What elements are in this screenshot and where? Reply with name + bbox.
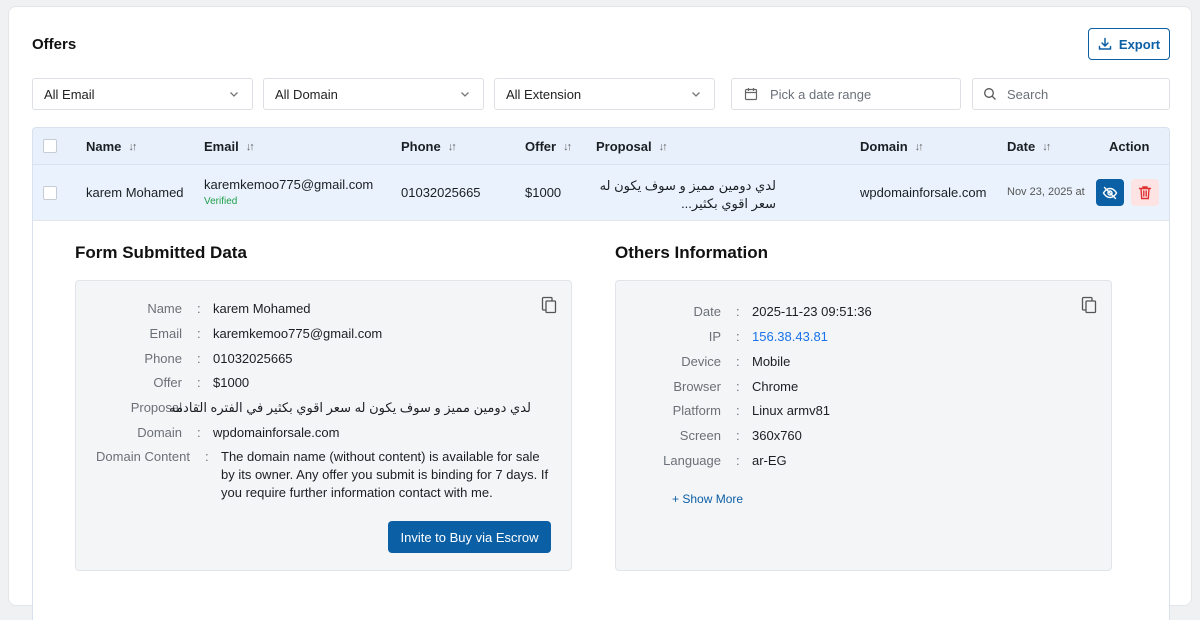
date-range-placeholder: Pick a date range	[770, 86, 872, 102]
sort-icon: ↓↑	[245, 140, 255, 153]
chevron-down-icon	[230, 92, 238, 97]
column-header-offer[interactable]: Offer ↓↑	[525, 139, 572, 154]
sort-icon: ↓↑	[658, 140, 668, 153]
date-range-picker[interactable]: Pick a date range	[731, 78, 961, 110]
chevron-down-icon	[692, 92, 700, 97]
search-icon	[984, 88, 996, 100]
domain-filter-value: All Domain	[275, 86, 338, 102]
row-date: Nov 23, 2025 at	[1007, 186, 1085, 198]
offers-card: Offers Export All Email All Domain All E…	[8, 6, 1192, 620]
show-more-link[interactable]: + Show More	[672, 492, 743, 506]
offer-details: Form Submitted Data Others Information N…	[32, 220, 1170, 620]
domain-filter-select[interactable]: All Domain	[263, 78, 484, 110]
invite-escrow-button[interactable]: Invite to Buy via Escrow	[388, 521, 551, 553]
column-header-email[interactable]: Email ↓↑	[204, 139, 255, 154]
row-email: karemkemoo775@gmail.com	[204, 177, 374, 192]
extension-filter-value: All Extension	[506, 86, 582, 102]
copy-icon[interactable]	[541, 296, 557, 314]
row-checkbox[interactable]	[43, 186, 57, 200]
verified-badge: Verified	[204, 196, 238, 207]
email-filter-value: All Email	[44, 86, 95, 102]
row-domain: wpdomainforsale.com	[860, 185, 987, 200]
extension-filter-select[interactable]: All Extension	[494, 78, 715, 110]
sort-icon: ↓↑	[563, 140, 572, 153]
others-information-title: Others Information	[615, 243, 769, 262]
trash-icon	[1138, 186, 1152, 200]
row-proposal: لدي دومين مميز و سوف يكون له سعر اقوي بك…	[599, 178, 776, 211]
row-offer: $1000	[525, 185, 562, 200]
column-header-phone[interactable]: Phone ↓↑	[401, 139, 457, 154]
sort-icon: ↓↑	[1042, 140, 1051, 153]
column-header-proposal[interactable]: Proposal ↓↑	[596, 139, 668, 154]
column-header-date[interactable]: Date ↓↑	[1007, 139, 1051, 154]
copy-icon[interactable]	[1081, 296, 1097, 314]
delete-button[interactable]	[1131, 179, 1159, 206]
download-icon	[1098, 37, 1112, 50]
form-submitted-title: Form Submitted Data	[75, 243, 247, 262]
table-row[interactable]: karem Mohamed karemkemoo775@gmail.com Ve…	[32, 164, 1170, 220]
sort-icon: ↓↑	[914, 140, 924, 153]
column-header-name[interactable]: Name ↓↑	[86, 139, 137, 154]
table-header: Name ↓↑ Email ↓↑ Phone ↓↑ Offer ↓↑ Proposal ↓…	[32, 127, 1170, 164]
row-name: karem Mohamed	[86, 185, 184, 200]
eye-off-icon	[1102, 186, 1118, 199]
ip-link[interactable]: 156.38.43.81	[752, 329, 828, 344]
column-header-action: Action	[1109, 139, 1150, 154]
calendar-icon	[744, 88, 758, 101]
others-info-panel: Date:2025-11-23 09:51:36 IP:156.38.43.81…	[615, 280, 1112, 571]
hide-details-button[interactable]	[1096, 179, 1124, 206]
email-filter-select[interactable]: All Email	[32, 78, 253, 110]
page-title: Offers	[32, 36, 77, 53]
sort-icon: ↓↑	[128, 140, 137, 153]
search-placeholder: Search	[1007, 86, 1049, 102]
export-button[interactable]: Export	[1088, 28, 1170, 60]
form-data-panel: Name: karem Mohamed Email: karemkemoo775@g…	[75, 280, 572, 571]
row-phone: 01032025665	[401, 185, 481, 200]
select-all-checkbox[interactable]	[43, 139, 57, 153]
sort-icon: ↓↑	[447, 140, 457, 153]
column-header-domain[interactable]: Domain ↓↑	[860, 139, 924, 154]
search-input[interactable]: Search	[972, 78, 1170, 110]
export-label: Export	[1118, 36, 1161, 52]
chevron-down-icon	[461, 92, 469, 97]
